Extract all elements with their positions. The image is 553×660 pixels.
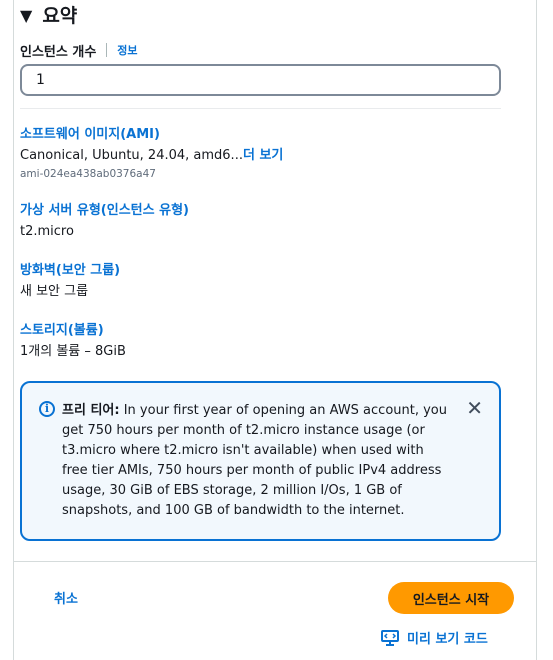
instance-type-summary: 가상 서버 유형(인스턴스 유형) t2.micro <box>20 202 500 242</box>
alert-body: In your first year of opening an AWS acc… <box>62 403 447 518</box>
firewall-value: 새 보안 그룹 <box>20 284 89 299</box>
footer-divider <box>13 561 537 562</box>
instance-type-value: t2.micro <box>20 224 74 239</box>
ami-title-link[interactable]: 소프트웨어 이미지(AMI) <box>20 126 500 144</box>
code-preview-icon <box>381 629 399 646</box>
storage-value: 1개의 볼륨 – 8GiB <box>20 344 126 359</box>
instance-count-label: 인스턴스 개수 <box>20 44 97 60</box>
instance-count-label-row: 인스턴스 개수 정보 <box>20 40 138 60</box>
ami-id: ami-024ea438ab0376a47 <box>20 168 156 180</box>
summary-section-header[interactable]: ▼ 요약 <box>20 2 77 30</box>
firewall-title-link[interactable]: 방화벽(보안 그룹) <box>20 262 500 280</box>
cancel-button[interactable]: 취소 <box>54 588 78 607</box>
more-link[interactable]: 더 보기 <box>243 148 283 163</box>
ami-name: Canonical, Ubuntu, 24.04, amd6... <box>20 148 243 163</box>
close-icon[interactable]: ✕ <box>466 397 483 419</box>
divider <box>20 108 501 109</box>
ami-summary: 소프트웨어 이미지(AMI) Canonical, Ubuntu, 24.04,… <box>20 126 500 182</box>
preview-code-link[interactable]: 미리 보기 코드 <box>381 628 488 647</box>
storage-title-link[interactable]: 스토리지(볼륨) <box>20 322 500 340</box>
launch-instance-button[interactable]: 인스턴스 시작 <box>388 582 514 614</box>
ami-value: Canonical, Ubuntu, 24.04, amd6...더 보기 <box>20 146 500 166</box>
alert-label: 프리 티어: <box>62 403 120 418</box>
summary-title: 요약 <box>42 5 78 27</box>
preview-code-label: 미리 보기 코드 <box>407 632 488 647</box>
instance-count-input[interactable] <box>20 64 501 96</box>
free-tier-alert: i 프리 티어: In your first year of opening a… <box>20 381 501 541</box>
instance-type-title-link[interactable]: 가상 서버 유형(인스턴스 유형) <box>20 202 500 220</box>
firewall-summary: 방화벽(보안 그룹) 새 보안 그룹 <box>20 262 500 302</box>
caret-down-icon: ▼ <box>20 6 33 25</box>
storage-summary: 스토리지(볼륨) 1개의 볼륨 – 8GiB <box>20 322 500 362</box>
label-separator <box>106 43 108 57</box>
info-link[interactable]: 정보 <box>117 42 137 58</box>
alert-message: 프리 티어: In your first year of opening an … <box>62 401 452 521</box>
info-icon: i <box>39 401 55 417</box>
